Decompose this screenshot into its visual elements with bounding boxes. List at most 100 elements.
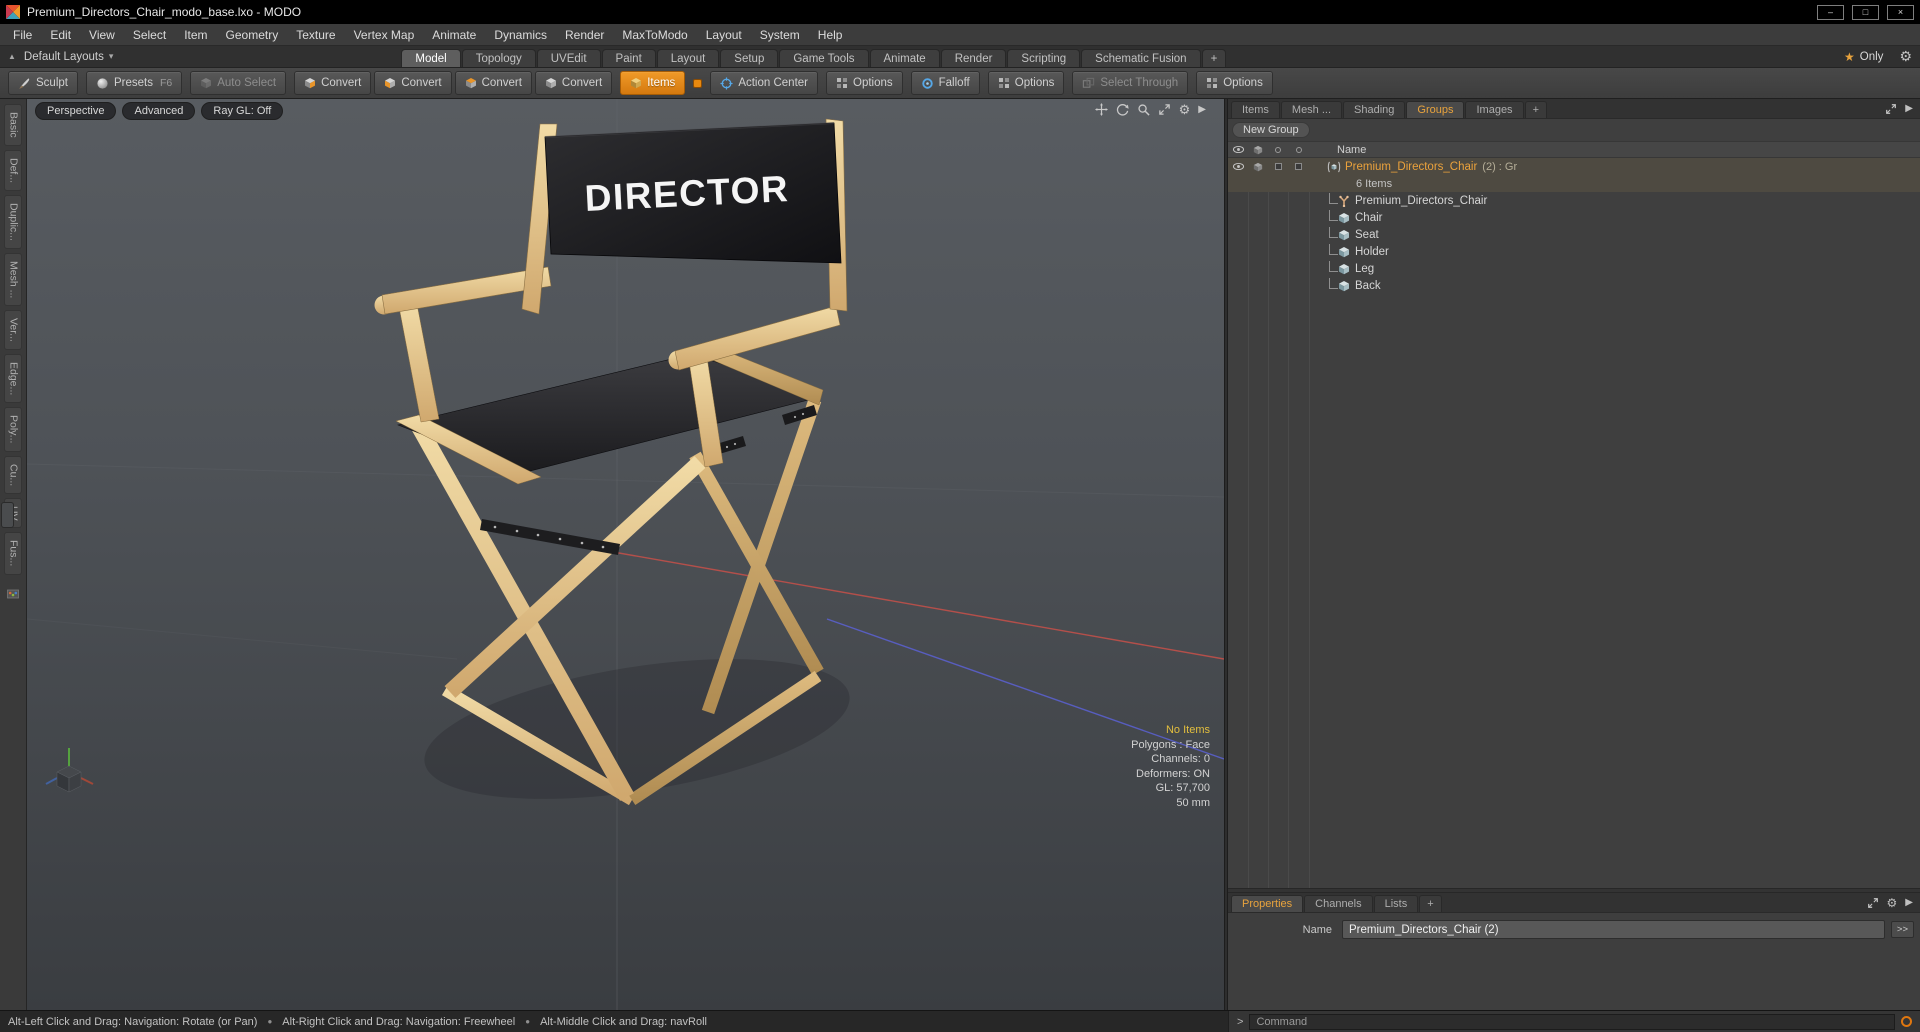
layout-tab-topology[interactable]: Topology — [461, 49, 536, 67]
menu-vertex-map[interactable]: Vertex Map — [345, 26, 424, 44]
filter-column-icon[interactable] — [1295, 146, 1302, 153]
menu-animate[interactable]: Animate — [423, 26, 485, 44]
tree-item-leg[interactable]: Leg — [1228, 260, 1920, 277]
lock-column-icon[interactable] — [1275, 146, 1281, 153]
minimize-button[interactable]: – — [1817, 4, 1844, 20]
expand-field-button[interactable]: >> — [1890, 921, 1914, 938]
select-through-options-button[interactable]: Options — [1196, 71, 1273, 95]
panel-tab-images[interactable]: Images — [1465, 101, 1524, 118]
toolbox-tab-basic[interactable]: Basic — [3, 104, 23, 146]
presets-button[interactable]: Presets F6 — [85, 71, 183, 95]
add-properties-tab-button[interactable]: + — [1419, 895, 1442, 912]
auto-select-button[interactable]: Auto Select — [190, 71, 287, 95]
view-type-button[interactable]: Perspective — [35, 102, 117, 120]
toolbox-tab-edge[interactable]: Edge... — [3, 354, 23, 404]
only-toggle[interactable]: Only — [1860, 51, 1884, 63]
panel-tab-groups[interactable]: Groups — [1406, 101, 1465, 118]
tree-item-back[interactable]: Back — [1228, 277, 1920, 294]
toggle-box[interactable] — [1274, 163, 1282, 170]
action-center-options-button[interactable]: Options — [826, 71, 903, 95]
menu-system[interactable]: System — [751, 26, 809, 44]
sculpt-button[interactable]: Sculpt — [8, 71, 78, 95]
convert-edges-button[interactable]: Convert — [374, 71, 452, 95]
layout-tab-schematic-fusion[interactable]: Schematic Fusion — [1081, 49, 1201, 67]
menu-edit[interactable]: Edit — [41, 26, 80, 44]
toolbox-tab-polygon[interactable]: Poly... — [3, 407, 23, 452]
layout-tab-uvedit[interactable]: UVEdit — [536, 49, 601, 67]
gear-icon[interactable]: ⚙ — [1899, 48, 1912, 65]
select-through-button[interactable]: Select Through — [1072, 71, 1189, 95]
render-cube-icon[interactable] — [1253, 145, 1263, 155]
eye-icon[interactable] — [1232, 162, 1245, 171]
zoom-icon[interactable] — [1137, 103, 1150, 116]
layout-tab-animate[interactable]: Animate — [869, 49, 940, 67]
viewport-settings-gear-icon[interactable]: ⚙ — [1179, 103, 1191, 116]
command-record-icon[interactable] — [1901, 1016, 1912, 1027]
falloff-options-button[interactable]: Options — [987, 71, 1065, 95]
toolbox-tab-mesh-edit[interactable]: Mesh ... — [3, 252, 23, 307]
shading-mode-button[interactable]: Advanced — [122, 102, 196, 120]
menu-item[interactable]: Item — [175, 26, 216, 44]
viewport-3d[interactable]: DIRECTOR Perspective Advanced Ray GL: Of… — [27, 99, 1224, 1010]
command-prompt-icon[interactable]: > — [1237, 1016, 1243, 1028]
tab-lists[interactable]: Lists — [1373, 895, 1419, 912]
toggle-box[interactable] — [1295, 163, 1302, 170]
maximize-viewport-icon[interactable] — [1158, 103, 1171, 116]
toolbox-tab-vertex[interactable]: Ver... — [3, 310, 23, 351]
new-group-button[interactable]: New Group — [1232, 122, 1310, 138]
add-panel-tab-button[interactable]: + — [1524, 101, 1547, 118]
panel-maximize-icon[interactable] — [1885, 103, 1897, 115]
menu-view[interactable]: View — [80, 26, 124, 44]
layout-tab-game-tools[interactable]: Game Tools — [779, 49, 869, 67]
panel-tab-items[interactable]: Items — [1231, 101, 1280, 118]
visibility-eye-icon[interactable] — [1232, 145, 1245, 154]
menu-dynamics[interactable]: Dynamics — [485, 26, 556, 44]
tree-item-seat[interactable]: Seat — [1228, 226, 1920, 243]
toolbox-tab-fusion[interactable]: Fus... — [3, 532, 23, 575]
menu-render[interactable]: Render — [556, 26, 613, 44]
tree-item-chair[interactable]: Chair — [1228, 209, 1920, 226]
tree-item-premium-directors-chair[interactable]: Premium_Directors_Chair — [1228, 192, 1920, 209]
add-layout-tab-button[interactable]: + — [1201, 49, 1227, 67]
menu-file[interactable]: File — [4, 26, 41, 44]
toolbox-tab-duplicate[interactable]: Duplic... — [3, 194, 23, 249]
tree-item-holder[interactable]: Holder — [1228, 243, 1920, 260]
layout-tab-model[interactable]: Model — [401, 49, 461, 67]
layout-tab-paint[interactable]: Paint — [601, 49, 656, 67]
viewport-menu-arrow-icon[interactable]: ▶ — [1198, 104, 1206, 115]
panel-menu-arrow-icon[interactable]: ▶ — [1905, 103, 1913, 114]
ray-gl-button[interactable]: Ray GL: Off — [201, 102, 284, 120]
convert-vertices-button[interactable]: Convert — [294, 71, 372, 95]
toolbox-tab-curves[interactable]: Cu... — [3, 455, 23, 494]
menu-select[interactable]: Select — [124, 26, 175, 44]
panel-menu-arrow-icon[interactable]: ▶ — [1905, 897, 1913, 908]
tab-channels[interactable]: Channels — [1304, 895, 1373, 912]
convert-polygons-button[interactable]: Convert — [454, 71, 532, 95]
menu-texture[interactable]: Texture — [287, 26, 344, 44]
palette-icon[interactable] — [7, 588, 19, 600]
panel-maximize-icon[interactable] — [1867, 897, 1879, 909]
action-center-button[interactable]: Action Center — [710, 71, 818, 95]
layout-tab-scripting[interactable]: Scripting — [1007, 49, 1081, 67]
falloff-button[interactable]: Falloff — [910, 71, 980, 95]
layout-selector-dropdown[interactable]: Default Layouts ▾ — [24, 51, 113, 63]
tree-group-row[interactable]: Premium_Directors_Chair (2) : Gr — [1228, 158, 1920, 175]
menu-layout[interactable]: Layout — [697, 26, 751, 44]
maximize-button[interactable]: □ — [1852, 4, 1879, 20]
menu-help[interactable]: Help — [809, 26, 852, 44]
layout-tab-layout[interactable]: Layout — [656, 49, 720, 67]
layout-tab-setup[interactable]: Setup — [720, 49, 779, 67]
items-mode-button[interactable]: Items — [620, 71, 686, 95]
menu-maxtomodo[interactable]: MaxToModo — [613, 26, 696, 44]
pin-layout-icon[interactable]: ▲ — [8, 52, 16, 61]
toolbox-tab-deform[interactable]: Def... — [3, 149, 23, 191]
panel-tab-mesh-ops[interactable]: Mesh ... — [1280, 101, 1343, 118]
layout-tab-render[interactable]: Render — [940, 49, 1007, 67]
panel-collapse-handle[interactable] — [1, 502, 14, 528]
gear-icon[interactable]: ⚙ — [1887, 896, 1898, 910]
convert-items-button[interactable]: Convert — [534, 71, 613, 95]
command-input[interactable] — [1249, 1013, 1895, 1030]
pan-icon[interactable] — [1095, 103, 1108, 116]
menu-geometry[interactable]: Geometry — [217, 26, 288, 44]
panel-tab-shading[interactable]: Shading — [1343, 101, 1406, 118]
